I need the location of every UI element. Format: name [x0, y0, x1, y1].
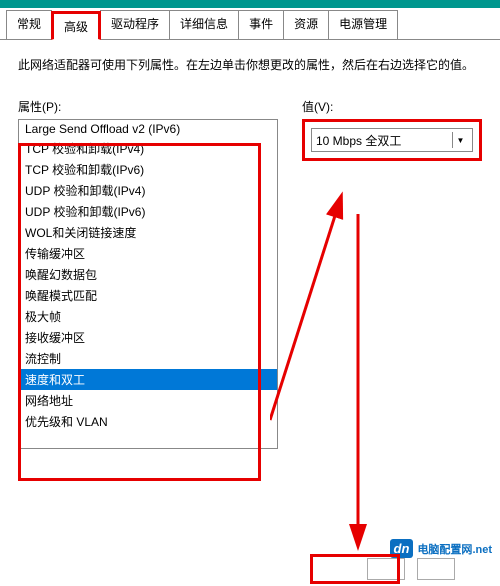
list-item[interactable]: 传输缓冲区 — [19, 243, 277, 264]
list-item[interactable]: 唤醒模式匹配 — [19, 285, 277, 306]
value-highlight-box: 10 Mbps 全双工 ▼ — [302, 119, 482, 161]
tab-driver[interactable]: 驱动程序 — [100, 10, 170, 39]
tab-content: 此网络适配器可使用下列属性。在左边单击你想更改的属性，然后在右边选择它的值。 属… — [0, 40, 500, 465]
list-item[interactable]: WOL和关闭链接速度 — [19, 222, 277, 243]
tab-power[interactable]: 电源管理 — [328, 10, 398, 39]
value-label: 值(V): — [302, 98, 482, 115]
tab-advanced[interactable]: 高级 — [51, 11, 101, 40]
watermark-tld: .net — [472, 544, 492, 556]
list-item[interactable]: TCP 校验和卸载(IPv6) — [19, 159, 277, 180]
list-item[interactable]: 极大帧 — [19, 306, 277, 327]
list-item-selected[interactable]: 速度和双工 — [19, 369, 277, 390]
chevron-down-icon[interactable]: ▼ — [452, 132, 468, 148]
ok-button[interactable] — [367, 558, 405, 580]
description-text: 此网络适配器可使用下列属性。在左边单击你想更改的属性，然后在右边选择它的值。 — [18, 56, 482, 74]
list-item[interactable]: 接收缓冲区 — [19, 327, 277, 348]
watermark-text: 电脑配置网.net — [417, 541, 492, 557]
cancel-button[interactable] — [417, 558, 455, 580]
list-item[interactable]: Large Send Offload v2 (IPv6) — [19, 120, 277, 138]
window-titlebar — [0, 0, 500, 8]
value-dropdown[interactable]: 10 Mbps 全双工 ▼ — [311, 128, 473, 152]
dialog-buttons — [367, 558, 455, 580]
tab-strip: 常规 高级 驱动程序 详细信息 事件 资源 电源管理 — [0, 10, 500, 40]
tab-details[interactable]: 详细信息 — [169, 10, 239, 39]
tab-events[interactable]: 事件 — [238, 10, 284, 39]
list-item[interactable]: 网络地址 — [19, 390, 277, 411]
list-item[interactable]: 唤醒幻数据包 — [19, 264, 277, 285]
watermark-site: 电脑配置网 — [417, 544, 472, 556]
dropdown-selected-value: 10 Mbps 全双工 — [316, 132, 452, 149]
tab-resources[interactable]: 资源 — [283, 10, 329, 39]
list-item[interactable]: 流控制 — [19, 348, 277, 369]
property-label: 属性(P): — [18, 98, 278, 115]
list-item[interactable]: UDP 校验和卸载(IPv4) — [19, 180, 277, 201]
watermark-logo-icon: dn — [390, 539, 414, 558]
list-item[interactable]: 优先级和 VLAN — [19, 411, 277, 432]
list-item[interactable]: TCP 校验和卸载(IPv4) — [19, 138, 277, 159]
property-listbox[interactable]: Large Send Offload v2 (IPv6) TCP 校验和卸载(I… — [18, 119, 278, 449]
watermark: dn 电脑配置网.net — [390, 539, 492, 558]
list-item[interactable]: UDP 校验和卸载(IPv6) — [19, 201, 277, 222]
tab-general[interactable]: 常规 — [6, 10, 52, 39]
